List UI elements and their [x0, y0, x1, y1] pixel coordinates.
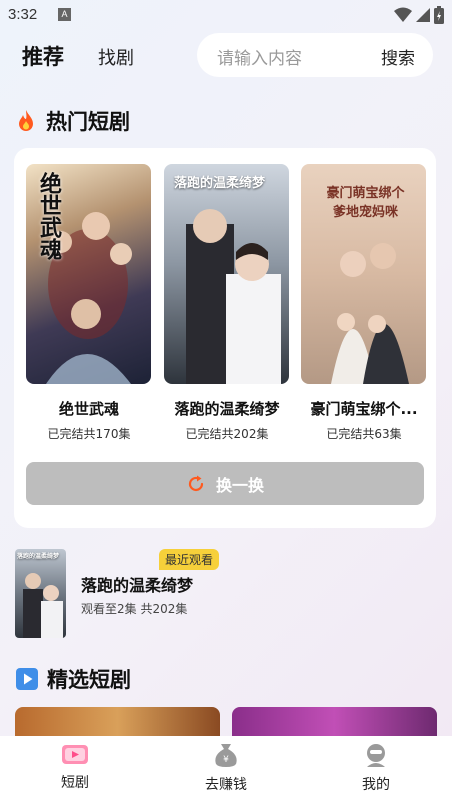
- coin-bag-icon: ¥: [215, 744, 237, 767]
- play-icon: [16, 668, 38, 690]
- drama-poster-2[interactable]: 落跑的温柔绮梦: [164, 164, 289, 384]
- status-icons: [394, 6, 444, 24]
- profile-icon: [367, 744, 385, 767]
- picks-section-header: 精选短剧: [15, 664, 131, 694]
- drama-status-2: 已完结共202集: [185, 427, 269, 441]
- recent-thumbnail[interactable]: 落跑的温柔绮梦: [15, 549, 66, 638]
- drama-status-1: 已完结共170集: [47, 427, 131, 441]
- tab-shorts[interactable]: 短剧: [35, 742, 115, 792]
- bottom-tab-bar: 短剧 ¥ 去赚钱 我的: [0, 736, 452, 803]
- hot-section-header: 热门短剧: [14, 106, 130, 136]
- battery-icon: [434, 6, 444, 24]
- swap-button[interactable]: 换一换: [26, 462, 424, 505]
- poster-title: 豪门萌宝绑个爹地宠妈咪: [326, 186, 405, 220]
- recent-title: 落跑的温柔绮梦: [81, 576, 194, 595]
- notification-icon: A: [58, 8, 71, 21]
- hot-section-title: 热门短剧: [46, 110, 130, 134]
- recent-progress: 观看至2集 共202集: [81, 602, 188, 616]
- status-time: 3:32: [8, 6, 38, 23]
- tab-earn-label: 去赚钱: [205, 777, 247, 793]
- picks-section-title: 精选短剧: [47, 668, 131, 692]
- tab-earn[interactable]: ¥ 去赚钱: [186, 742, 266, 794]
- status-bar: 3:32 A: [0, 0, 452, 32]
- poster-title: 落跑的温柔绮梦: [174, 176, 266, 191]
- wifi-icon: [394, 7, 412, 22]
- poster-title: 绝世武魂: [36, 172, 61, 260]
- poster-art: [23, 573, 63, 638]
- tab-find-drama[interactable]: 找剧: [98, 44, 134, 70]
- poster-title: 落跑的温柔绮梦: [17, 553, 60, 560]
- tab-mine[interactable]: 我的: [336, 742, 416, 794]
- recent-watch-item[interactable]: 落跑的温柔绮梦 最近观看 落跑的温柔绮梦 观看至2集 共202集: [15, 549, 435, 639]
- tab-mine-label: 我的: [362, 777, 390, 793]
- swap-label: 换一换: [215, 475, 264, 495]
- tab-recommend[interactable]: 推荐: [22, 41, 64, 71]
- pick-card-2[interactable]: [232, 707, 437, 737]
- drama-status-3: 已完结共63集: [326, 427, 402, 441]
- svg-text:¥: ¥: [223, 755, 229, 765]
- hot-dramas-card: 绝世武魂 绝世武魂 已完结共170集 落跑的温柔绮梦 落跑的温柔绮梦 已完结共2…: [14, 148, 436, 528]
- poster-art: [186, 209, 281, 384]
- drama-name-2[interactable]: 落跑的温柔绮梦: [162, 398, 292, 419]
- drama-poster-3[interactable]: 豪门萌宝绑个爹地宠妈咪: [301, 164, 426, 384]
- shorts-icon: [62, 745, 88, 764]
- top-nav: 推荐 找剧 请输入内容 搜索: [0, 32, 452, 80]
- search-bar[interactable]: 请输入内容 搜索: [197, 33, 433, 77]
- drama-name-1[interactable]: 绝世武魂: [24, 398, 154, 419]
- fire-icon: [19, 110, 33, 131]
- pick-card-1[interactable]: [15, 707, 220, 737]
- search-input[interactable]: 请输入内容: [217, 44, 302, 69]
- refresh-icon: [188, 475, 204, 491]
- search-button[interactable]: 搜索: [381, 44, 415, 69]
- recent-badge: 最近观看: [159, 549, 220, 570]
- tab-shorts-label: 短剧: [61, 775, 89, 791]
- signal-icon: [416, 8, 430, 22]
- drama-poster-1[interactable]: 绝世武魂: [26, 164, 151, 384]
- drama-name-3[interactable]: 豪门萌宝绑个...: [299, 398, 429, 419]
